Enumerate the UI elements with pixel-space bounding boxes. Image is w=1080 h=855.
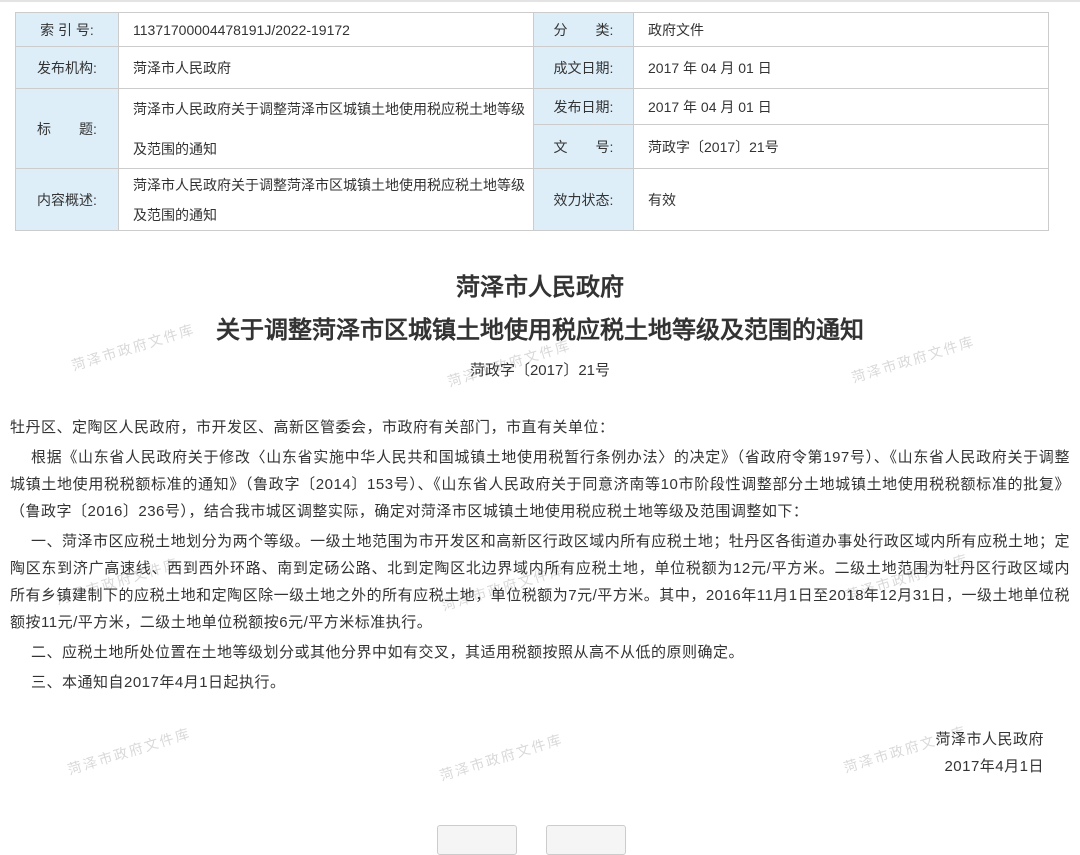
page-top-divider	[0, 0, 1080, 2]
publish-date-label: 发布日期:	[534, 89, 634, 125]
signature-date: 2017年4月1日	[10, 753, 1044, 780]
document-title-org: 菏泽市人民政府	[0, 266, 1080, 309]
issuing-agency-label: 发布机构:	[16, 47, 119, 89]
issuing-agency-value: 菏泽市人民政府	[119, 47, 534, 89]
doc-number-value: 菏政字〔2017〕21号	[634, 125, 1049, 169]
article-3-paragraph: 三、本通知自2017年4月1日起执行。	[10, 669, 1070, 696]
document-body: 牡丹区、定陶区人民政府，市开发区、高新区管委会，市政府有关部门，市直有关单位： …	[10, 414, 1070, 780]
category-value: 政府文件	[634, 13, 1049, 47]
document-header: 菏泽市人民政府 关于调整菏泽市区城镇土地使用税应税土地等级及范围的通知 菏政字〔…	[0, 266, 1080, 387]
written-date-value: 2017 年 04 月 01 日	[634, 47, 1049, 89]
summary-label: 内容概述:	[16, 169, 119, 231]
publish-date-value: 2017 年 04 月 01 日	[634, 89, 1049, 125]
summary-value: 菏泽市人民政府关于调整菏泽市区城镇土地使用税应税土地等级及范围的通知	[119, 169, 534, 231]
signature-block: 菏泽市人民政府 2017年4月1日	[10, 726, 1070, 780]
signature-org: 菏泽市人民政府	[10, 726, 1044, 753]
metadata-table-left: 索 引 号: 11371700004478191J/2022-19172 发布机…	[16, 13, 534, 231]
article-2-paragraph: 二、应税土地所处位置在土地等级划分或其他分界中如有交叉，其适用税额按照从高不从低…	[10, 639, 1070, 666]
document-number: 菏政字〔2017〕21号	[0, 354, 1080, 387]
metadata-table-right: 分 类: 政府文件 成文日期: 2017 年 04 月 01 日 发布日期: 2…	[534, 13, 1049, 231]
salutation-paragraph: 牡丹区、定陶区人民政府，市开发区、高新区管委会，市政府有关部门，市直有关单位：	[10, 414, 1070, 441]
bottom-button-left[interactable]	[437, 825, 517, 855]
doc-number-label: 文 号:	[534, 125, 634, 169]
category-label: 分 类:	[534, 13, 634, 47]
written-date-label: 成文日期:	[534, 47, 634, 89]
article-1-paragraph: 一、菏泽市区应税土地划分为两个等级。一级土地范围为市开发区和高新区行政区域内所有…	[10, 528, 1070, 636]
index-number-value: 11371700004478191J/2022-19172	[119, 13, 534, 47]
basis-paragraph: 根据《山东省人民政府关于修改〈山东省实施中华人民共和国城镇土地使用税暂行条例办法…	[10, 444, 1070, 525]
document-title-subject: 关于调整菏泽市区城镇土地使用税应税土地等级及范围的通知	[0, 309, 1080, 352]
validity-status-value: 有效	[634, 169, 1049, 231]
title-value: 菏泽市人民政府关于调整菏泽市区城镇土地使用税应税土地等级及范围的通知	[119, 89, 534, 169]
title-label: 标 题:	[16, 89, 119, 169]
metadata-table: 索 引 号: 11371700004478191J/2022-19172 发布机…	[15, 12, 1049, 231]
bottom-button-right[interactable]	[546, 825, 626, 855]
index-number-label: 索 引 号:	[16, 13, 119, 47]
validity-status-label: 效力状态:	[534, 169, 634, 231]
